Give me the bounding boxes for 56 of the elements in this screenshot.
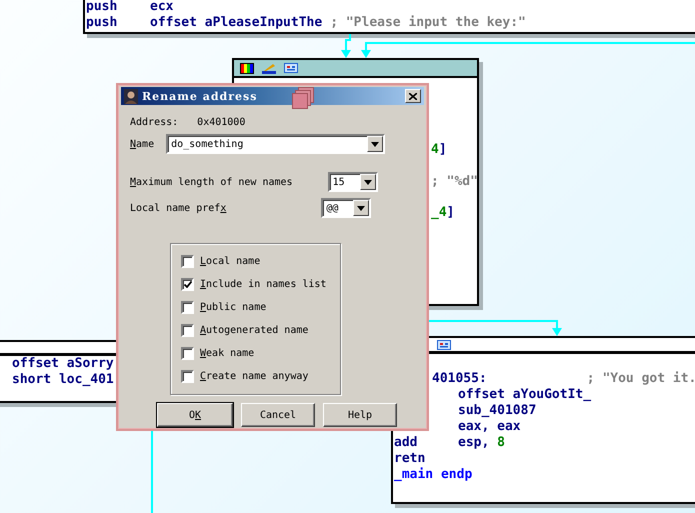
checkbox[interactable] bbox=[181, 254, 194, 268]
option-label[interactable]: Local name bbox=[200, 256, 260, 266]
code-fragment: 4] bbox=[431, 142, 447, 158]
checkbox[interactable] bbox=[181, 324, 194, 336]
operand-text: sub_401087 bbox=[458, 402, 536, 418]
operand-text: offset aPleaseInputThe bbox=[150, 14, 322, 30]
close-icon bbox=[409, 92, 417, 100]
name-combo[interactable]: do_something bbox=[166, 134, 386, 154]
option-label[interactable]: Autogenerated name bbox=[200, 324, 308, 336]
mnemonic-text: retn bbox=[394, 450, 426, 466]
operand-text: short loc_401 bbox=[12, 372, 114, 387]
graph-overview-icon[interactable] bbox=[284, 63, 298, 73]
code-label: 401055: bbox=[432, 370, 487, 386]
edge-arrow bbox=[341, 34, 351, 58]
name-label: Name bbox=[130, 138, 154, 150]
checkbox[interactable] bbox=[181, 278, 194, 290]
caret-icon bbox=[371, 142, 380, 146]
comment-text: ; "Please input the key:" bbox=[330, 14, 526, 30]
graph-overview-icon[interactable] bbox=[437, 340, 451, 350]
avatar-icon bbox=[124, 88, 138, 104]
checkbox[interactable] bbox=[181, 370, 194, 382]
code-fragment: ; "%d" bbox=[431, 174, 478, 189]
option-label[interactable]: Create name anyway bbox=[200, 370, 308, 382]
comment-text: ; "You got it. bbox=[586, 370, 695, 386]
prefix-label: Local name prefx bbox=[130, 202, 226, 214]
palette-icon[interactable] bbox=[240, 62, 254, 74]
option-label[interactable]: Include in names list bbox=[200, 278, 326, 290]
directive-text: _main endp bbox=[394, 466, 472, 482]
dialog-button[interactable]: OK bbox=[157, 403, 233, 427]
prefix-combo[interactable]: @@ bbox=[321, 198, 372, 218]
operand-text: offset aSorry bbox=[12, 356, 114, 372]
option-label[interactable]: Weak name bbox=[200, 348, 254, 358]
code-fragment: _4] bbox=[431, 205, 454, 220]
operand-text: eax, eax bbox=[458, 418, 521, 434]
checkbox[interactable] bbox=[181, 346, 194, 360]
dialog-button[interactable]: Help bbox=[323, 403, 397, 427]
dialog-title: Rename address bbox=[142, 90, 258, 102]
caret-icon bbox=[364, 180, 372, 184]
stacked-squares-icon bbox=[292, 87, 314, 109]
max-length-label: Maximum length of new names bbox=[130, 176, 293, 188]
operand-text: ecx bbox=[150, 0, 174, 14]
operand-text: esp, 8 bbox=[458, 434, 505, 450]
name-input[interactable]: do_something bbox=[171, 138, 368, 150]
mnemonic-text: add bbox=[394, 434, 418, 450]
address-label: Address: bbox=[130, 116, 178, 128]
close-button[interactable] bbox=[405, 89, 421, 103]
check-icon bbox=[184, 280, 192, 288]
pencil-chart-icon[interactable] bbox=[262, 62, 276, 74]
address-value: 0x401000 bbox=[197, 116, 246, 128]
operand-text: offset aYouGotIt_ bbox=[458, 386, 592, 402]
checkbox[interactable] bbox=[181, 300, 194, 314]
caret-icon bbox=[357, 206, 366, 210]
option-label[interactable]: Public name bbox=[200, 302, 266, 312]
dialog-button[interactable]: Cancel bbox=[241, 403, 315, 427]
max-length-combo[interactable]: 15 bbox=[328, 172, 378, 192]
mnemonic-text: push bbox=[86, 14, 118, 30]
